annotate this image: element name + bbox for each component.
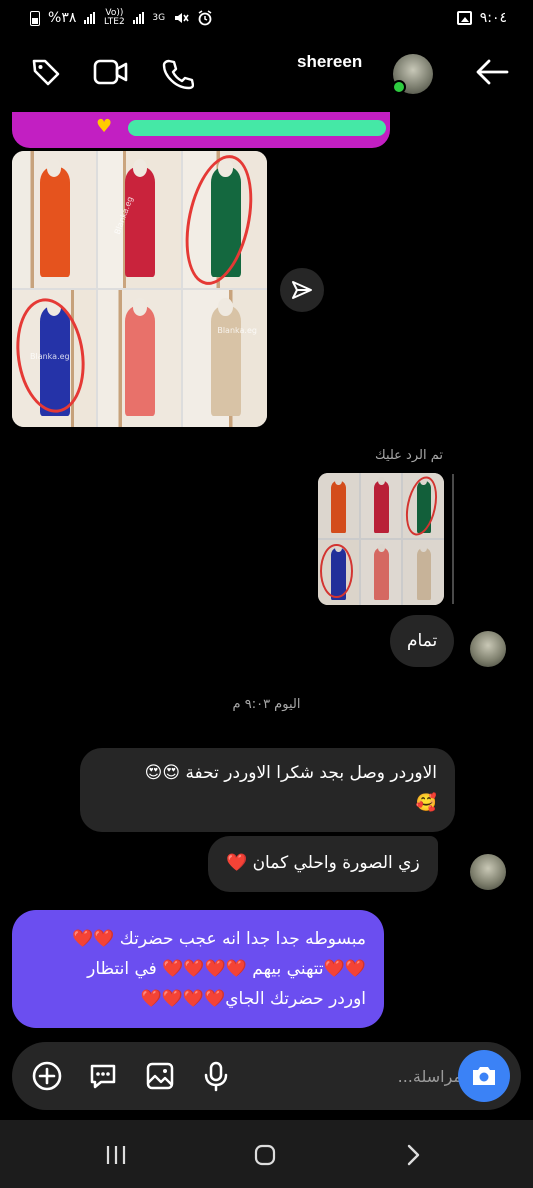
home-icon[interactable] (243, 1140, 287, 1170)
photo-cell-beige: Blanka.eg (183, 290, 267, 427)
shared-photo-reply-preview[interactable] (318, 473, 444, 605)
back-nav-icon[interactable] (391, 1140, 435, 1170)
received-message-reply[interactable]: تمام (390, 615, 455, 667)
reply-photo-cell-orange (318, 473, 359, 538)
sent-message-1[interactable]: مبسوطه جدا جدا انه عجب حضرتك ❤️❤️ ❤️❤️تت… (12, 910, 384, 1028)
reply-photo-cell-coral (360, 540, 402, 605)
contact-name[interactable]: shereen (297, 52, 362, 72)
microphone-icon[interactable] (199, 1059, 233, 1093)
reply-label: تم الرد عليك (374, 448, 443, 463)
message-timestamp: اليوم ٩:٠٣ م (232, 697, 301, 712)
add-icon[interactable] (30, 1059, 64, 1093)
received-message-1[interactable]: الاوردر وصل بجد شكرا الاوردر تحفة 😍😍 🥰 (80, 748, 455, 832)
contact-avatar-small-2[interactable] (470, 854, 506, 890)
reply-photo-cell-red (360, 473, 402, 538)
received-message-2[interactable]: زي الصورة واحلي كمان ❤️ (208, 836, 438, 892)
network-label-1: Vo)) LTE2 (104, 8, 125, 27)
share-button[interactable] (280, 268, 324, 312)
photo-cell-coral (97, 290, 182, 427)
reply-photo-cell-blue (318, 540, 359, 605)
alarm-icon (198, 10, 212, 26)
previous-message-bubble[interactable]: ♥ (12, 112, 390, 148)
signal-icon-2 (133, 12, 145, 24)
camera-button[interactable] (458, 1050, 510, 1102)
redacted-scribble (128, 120, 386, 136)
reply-indicator-bar (452, 474, 454, 604)
tag-icon[interactable] (28, 54, 64, 90)
red-circle-highlight-2 (12, 294, 92, 418)
send-icon (292, 281, 312, 299)
photo-cell-red: Blanka.eg (97, 151, 182, 288)
status-bar: %٣٨ Vo)) LTE2 3G ٩:٠٤ (0, 0, 533, 36)
reply-photo-cell-green (403, 473, 444, 538)
back-arrow-icon[interactable] (474, 54, 510, 90)
red-circle-highlight (183, 151, 264, 288)
mute-icon (175, 13, 189, 23)
image-icon[interactable] (143, 1059, 177, 1093)
signal-icon (84, 12, 96, 24)
photo-cell-blue: Blanka.eg (12, 290, 96, 427)
battery-level: %٣٨ (48, 10, 77, 26)
photo-cell-orange (12, 151, 96, 288)
reply-photo-cell-beige (403, 540, 444, 605)
shared-photo-large[interactable]: Blanka.eg Blanka.eg Blanka.eg (12, 151, 267, 427)
video-icon[interactable] (93, 54, 129, 90)
network-label-2: 3G (152, 12, 166, 23)
sticker-icon[interactable] (86, 1059, 120, 1093)
message-input[interactable] (312, 1062, 462, 1090)
status-right: ٩:٠٤ (456, 10, 507, 26)
received-message-1-line-1: الاوردر وصل بجد شكرا الاوردر تحفة 😍😍 (144, 763, 437, 783)
system-navigation-bar (0, 1120, 533, 1188)
photo-watermark-3: Blanka.eg (217, 326, 257, 335)
phone-icon[interactable] (160, 56, 196, 92)
recent-apps-icon[interactable] (94, 1140, 138, 1170)
battery-icon (30, 10, 40, 26)
status-time: ٩:٠٤ (479, 10, 507, 26)
sent-message-1-line-1: مبسوطه جدا جدا انه عجب حضرتك ❤️❤️ (72, 929, 366, 949)
photo-cell-green (183, 151, 267, 288)
contact-avatar-small[interactable] (470, 631, 506, 667)
message-composer (12, 1042, 521, 1110)
online-status-dot (392, 80, 406, 94)
camera-icon (473, 1067, 495, 1085)
received-message-1-line-2: 🥰 (415, 793, 437, 813)
sent-message-1-line-2: ❤️❤️تتهني بيهم ❤️❤️❤️❤️ في انتظار (87, 959, 366, 979)
sent-message-1-line-3: اوردر حضرتك الجاي❤️❤️❤️❤️ (140, 989, 366, 1009)
gallery-icon (456, 11, 472, 25)
yellow-heart-icon: ♥ (96, 116, 113, 137)
status-left: %٣٨ Vo)) LTE2 3G (30, 9, 213, 27)
